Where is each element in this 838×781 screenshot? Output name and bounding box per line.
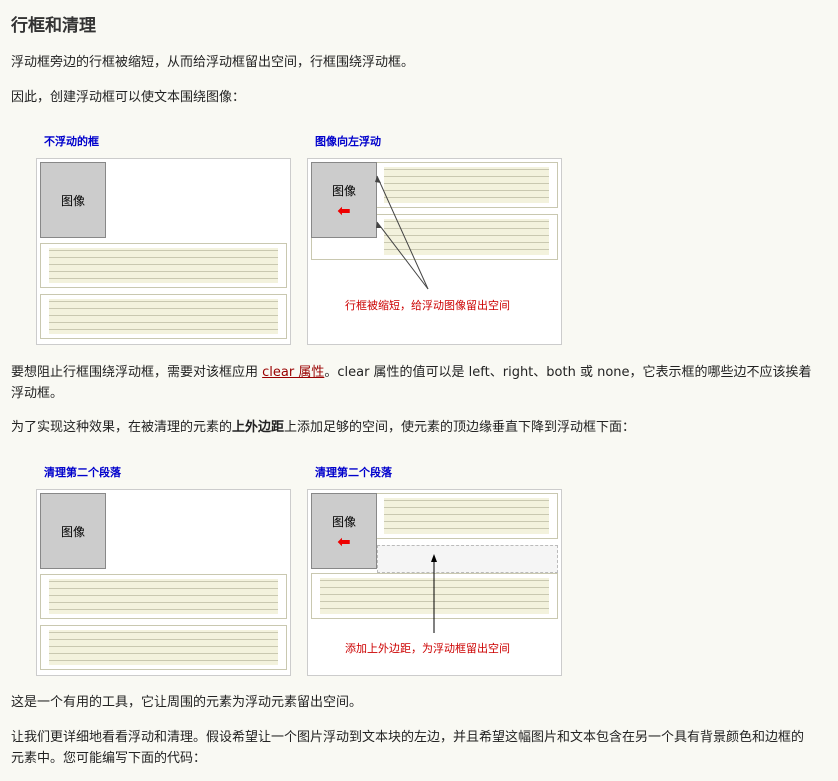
text: 上添加足够的空间，使元素的顶边缘垂直下降到浮动框下面： — [284, 420, 636, 435]
paragraph-6: 让我们更详细地看看浮动和清理。假设希望让一个图片浮动到文本块的左边，并且希望这幅… — [11, 730, 805, 766]
paragraph-4: 为了实现这种效果，在被清理的元素的上外边距上添加足够的空间，使元素的顶边缘垂直下… — [11, 417, 635, 438]
section-heading: 行框和清理 — [11, 16, 96, 36]
figure-frame: 图像 — [36, 158, 291, 345]
paragraph-3: 要想阻止行框围绕浮动框，需要对该框应用 clear 属性。clear 属性的值可… — [11, 362, 816, 404]
line-box — [40, 625, 287, 670]
image-label: 图像 — [60, 193, 85, 208]
figure-caption: 行框被缩短，给浮动图像留出空间 — [345, 299, 510, 312]
figure-frame: 图像 ⬅ 行框被缩短，给浮动图像留出空间 — [307, 158, 562, 345]
paragraph-1: 浮动框旁边的行框被缩短，从而给浮动框留出空间，行框围绕浮动框。 — [11, 55, 415, 70]
line-box — [40, 243, 287, 288]
text: 要想阻止行框围绕浮动框，需要对该框应用 — [11, 365, 263, 380]
figure-title: 清理第二个段落 — [44, 466, 121, 479]
clear-property-link[interactable]: clear 属性 — [262, 365, 324, 380]
paragraph-5: 这是一个有用的工具，它让周围的元素为浮动元素留出空间。 — [11, 695, 363, 710]
figure-caption: 添加上外边距，为浮动框留出空间 — [345, 642, 510, 655]
figure-title: 清理第二个段落 — [315, 466, 392, 479]
line-box — [40, 574, 287, 619]
pointer-lines — [375, 175, 429, 290]
image-label: 图像 — [60, 524, 85, 539]
figure-frame: 图像 — [36, 489, 291, 676]
line-box — [40, 294, 287, 339]
image-box: 图像 — [40, 493, 106, 569]
figure-title: 不浮动的框 — [44, 135, 99, 148]
image-box: 图像 — [40, 162, 106, 238]
figure-title: 图像向左浮动 — [315, 135, 381, 148]
text: 为了实现这种效果，在被清理的元素的 — [11, 420, 233, 435]
paragraph-2: 因此，创建浮动框可以使文本围绕图像： — [11, 90, 246, 105]
bold-text: 上外边距 — [232, 420, 285, 435]
figure-frame: 图像 ⬅ 添加上外边距，为浮动框留出空间 — [307, 489, 562, 676]
